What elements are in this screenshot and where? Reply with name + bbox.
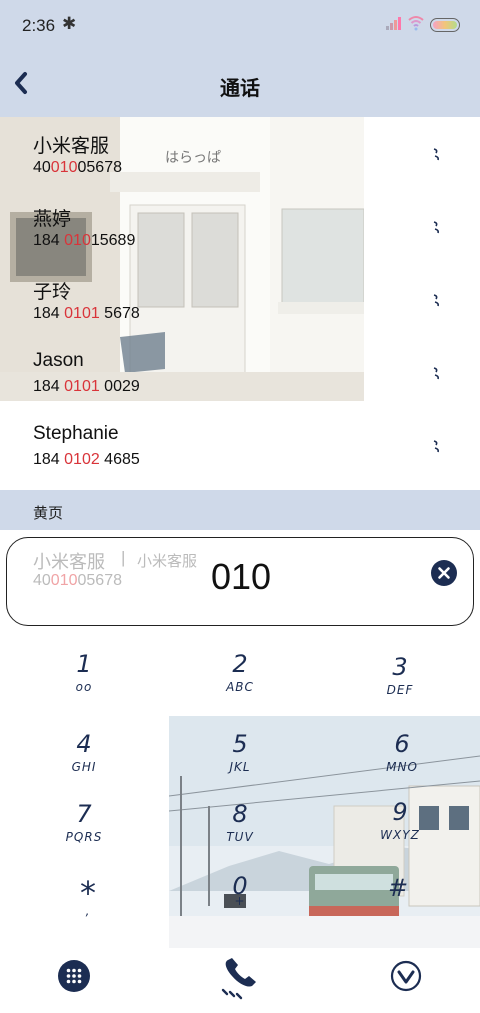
key-letters: PQRS [65, 830, 103, 844]
collapse-icon[interactable] [390, 960, 422, 992]
key-letters: JKL [229, 760, 251, 774]
key-1[interactable]: 1 oo [4, 640, 164, 710]
contact-name: 子玲 [33, 282, 72, 303]
contact-number: 184 0102 4685 [33, 451, 140, 468]
bottom-action-bar [0, 948, 480, 1013]
key-digit: 1 [76, 650, 92, 678]
key-2[interactable]: 2 ABC [160, 640, 320, 710]
contact-list: はらっぱ 小米客服 4001005678 燕婷 184 01015689 子玲 … [0, 117, 480, 490]
key-digit: 8 [232, 800, 248, 828]
key-0[interactable]: 0 + [160, 862, 320, 932]
contact-row[interactable]: 燕婷 184 01015689 [0, 190, 480, 263]
wifi-icon [408, 16, 424, 31]
key-digit: # [387, 874, 409, 902]
contact-number: 184 01015689 [33, 232, 136, 249]
key-9[interactable]: 9 WXYZ [320, 788, 480, 858]
key-letters: + [234, 894, 246, 908]
call-icon[interactable] [432, 220, 442, 234]
signal-icon [386, 16, 404, 30]
keypad-icon[interactable] [58, 960, 90, 992]
key-6[interactable]: 6 MNO [322, 720, 480, 790]
key-digit: 2 [232, 650, 248, 678]
key-digit: 3 [392, 653, 408, 681]
contact-number: 184 0101 0029 [33, 378, 140, 395]
phone-call-icon[interactable] [220, 954, 262, 1000]
contact-name: Jason [33, 350, 84, 371]
key-letters: DEF [386, 683, 414, 697]
dialed-number[interactable]: 010 [7, 556, 475, 598]
key-letters: GHI [71, 760, 97, 774]
contact-row[interactable]: 子玲 184 0101 5678 [0, 263, 480, 336]
key-7[interactable]: 7 PQRS [4, 790, 164, 860]
key-digit: 7 [76, 800, 92, 828]
key-hash[interactable]: # [318, 864, 478, 934]
key-3[interactable]: 3 DEF [320, 643, 480, 713]
status-time: 2:36 [22, 16, 56, 35]
key-4[interactable]: 4 GHI [4, 720, 164, 790]
call-icon[interactable] [432, 366, 442, 380]
clear-icon[interactable] [431, 560, 457, 586]
battery-icon [430, 18, 460, 32]
bluetooth-icon: ✱ [62, 14, 77, 33]
call-icon[interactable] [432, 439, 442, 453]
key-digit: 6 [394, 730, 410, 758]
key-digit: 4 [76, 730, 92, 758]
section-label: 黄页 [33, 505, 64, 522]
contact-number: 184 0101 5678 [33, 305, 140, 322]
contact-row[interactable]: 小米客服 4001005678 [0, 117, 480, 190]
voicemail-icon: oo [75, 680, 93, 694]
status-bar: 2:36 ✱ [0, 0, 480, 50]
key-digit: 5 [232, 730, 248, 758]
key-5[interactable]: 5 JKL [160, 720, 320, 790]
key-letters: MNO [386, 760, 418, 774]
dial-input-box[interactable]: 小米客服 | 小米客服 4001005678 010 [6, 537, 474, 626]
header-bar: 2:36 ✱ 通话 [0, 0, 480, 117]
contact-row[interactable]: Jason 184 0101 0029 [0, 336, 480, 409]
key-letters: TUV [226, 830, 254, 844]
key-8[interactable]: 8 TUV [160, 790, 320, 860]
key-digit: 9 [392, 798, 408, 826]
contact-name: Stephanie [33, 423, 119, 444]
contact-name: 小米客服 [33, 136, 110, 157]
key-letters: , [85, 904, 91, 918]
call-icon[interactable] [432, 147, 442, 161]
page-title: 通话 [220, 78, 260, 100]
section-header-yellow-pages: 黄页 [0, 490, 480, 530]
key-letters: WXYZ [380, 828, 420, 842]
call-icon[interactable] [432, 293, 442, 307]
contact-row[interactable]: Stephanie 184 0102 4685 [0, 409, 480, 482]
contact-number: 4001005678 [33, 159, 122, 176]
contact-name: 燕婷 [33, 209, 72, 230]
key-letters: ABC [226, 680, 254, 694]
key-star[interactable]: * , [8, 864, 168, 934]
